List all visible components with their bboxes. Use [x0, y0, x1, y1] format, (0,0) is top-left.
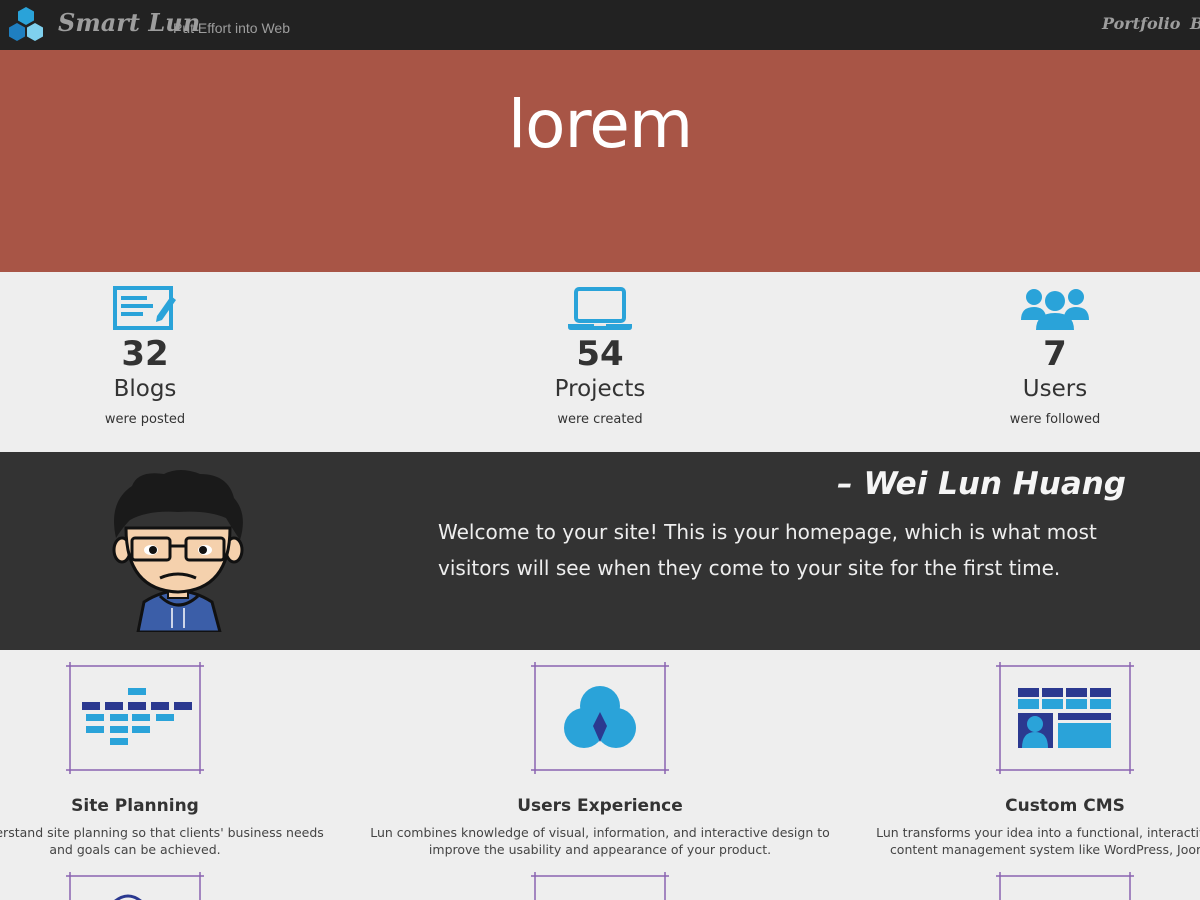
- laptop-icon: [568, 287, 632, 330]
- stat-users: 7 Users were followed: [925, 272, 1185, 430]
- stat-label: Users: [1022, 376, 1088, 402]
- service-custom-cms: Custom CMS Lun transforms your idea into…: [830, 650, 1200, 858]
- stats-section: 32 Blogs were posted 54 Projects were cr…: [0, 272, 1200, 452]
- stat-sub: were followed: [1009, 412, 1101, 427]
- hexagon-cluster-icon[interactable]: [6, 6, 46, 44]
- avatar: [112, 470, 244, 632]
- service-frame-partial: [66, 872, 204, 900]
- stat-sub: were created: [557, 412, 643, 427]
- quote-section: – Wei Lun Huang Welcome to your site! Th…: [0, 452, 1200, 650]
- service-title: Users Experience: [517, 796, 683, 816]
- nav-link-portfolio[interactable]: Portfolio: [1102, 14, 1180, 33]
- service-description: content management system like WordPress…: [889, 842, 1200, 857]
- tagline: Put Effort into Web: [173, 20, 290, 36]
- sitemap-icon: [66, 662, 204, 774]
- service-site-planning: Site Planning t to understand site plann…: [0, 650, 370, 858]
- hero-banner: lorem: [0, 50, 1200, 272]
- service-description: improve the usability and appearance of …: [428, 842, 772, 857]
- service-title: Site Planning: [71, 796, 199, 816]
- stat-sub: were posted: [104, 412, 186, 427]
- stat-label: Projects: [554, 376, 646, 402]
- service-description: Lun combines knowledge of visual, inform…: [370, 825, 830, 840]
- stat-projects: 54 Projects were created: [470, 272, 730, 430]
- hero-title: lorem: [507, 86, 693, 163]
- service-frame-partial: [531, 872, 669, 900]
- service-users-experience: Users Experience Lun combines knowledge …: [365, 650, 835, 858]
- quote-text: Welcome to your site! This is your homep…: [438, 520, 1097, 580]
- services-section: Site Planning t to understand site plann…: [0, 650, 1200, 900]
- service-description: t to understand site planning so that cl…: [0, 825, 324, 840]
- service-description: Lun transforms your idea into a function…: [876, 825, 1200, 840]
- stat-number: 32: [121, 334, 169, 374]
- document-edit-icon: [113, 286, 176, 330]
- stat-number: 7: [1043, 334, 1067, 374]
- stat-blogs: 32 Blogs were posted: [15, 272, 275, 430]
- quote-author: – Wei Lun Huang: [837, 466, 1126, 502]
- service-frame-partial: [996, 872, 1134, 900]
- navbar: Smart Lun Put Effort into Web Portfolio …: [0, 0, 1200, 50]
- stat-number: 54: [576, 334, 624, 374]
- service-title: Custom CMS: [1005, 796, 1125, 816]
- stat-label: Blogs: [113, 376, 177, 402]
- venn-diagram-icon: [531, 662, 669, 774]
- service-description: and goals can be achieved.: [49, 842, 221, 857]
- cms-layout-icon: [996, 662, 1134, 774]
- users-icon: [1021, 289, 1089, 330]
- nav-link-blog[interactable]: B: [1190, 14, 1200, 33]
